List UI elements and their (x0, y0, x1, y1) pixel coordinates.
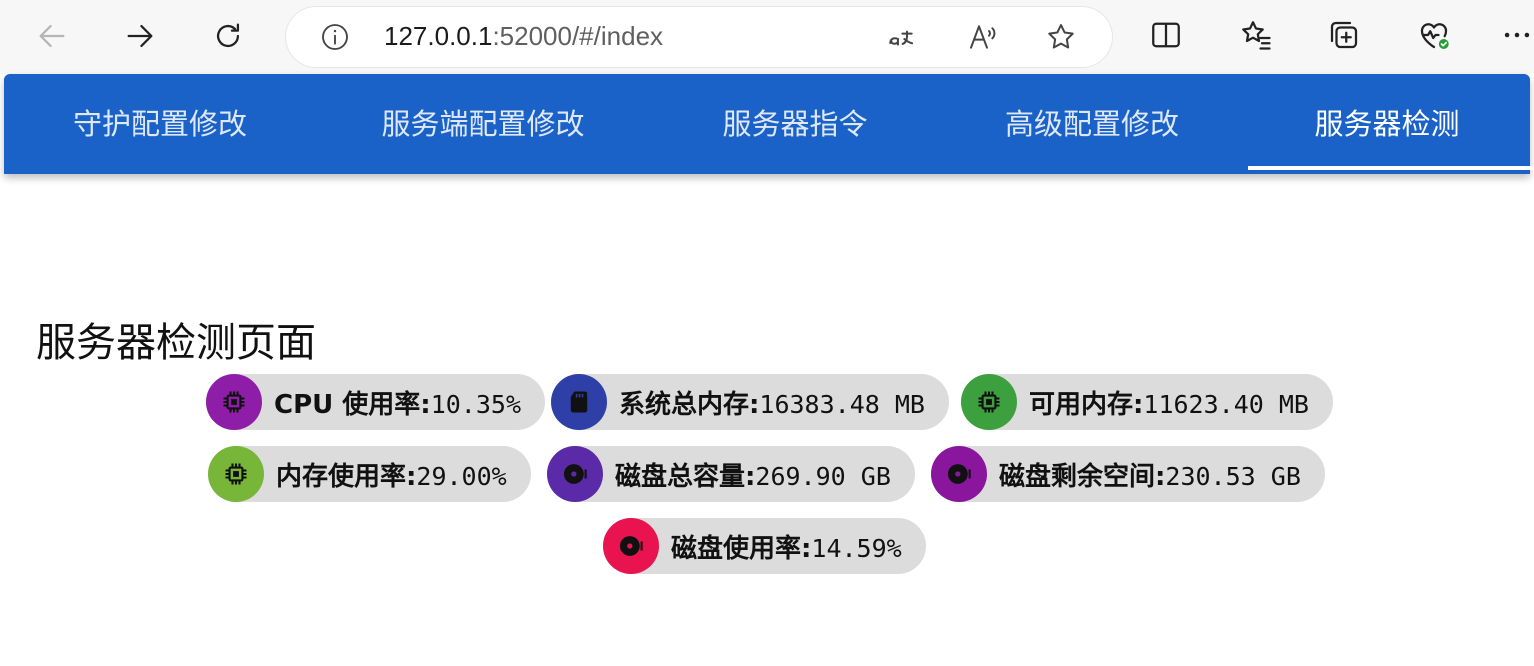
tab-label: 服务端配置修改 (381, 107, 585, 141)
read-aloud-button[interactable] (966, 20, 1000, 54)
stat-value: 10.35% (430, 389, 522, 419)
disk-icon-avatar (931, 446, 987, 502)
collections-button[interactable] (1322, 13, 1366, 57)
collections-icon (1330, 21, 1358, 49)
split-screen-button[interactable] (1144, 13, 1188, 57)
more-menu-button[interactable] (1500, 13, 1534, 57)
stat-label: 磁盘总容量: (615, 461, 756, 492)
stat-value: 230.53 GB (1165, 461, 1301, 491)
heart-health-icon (1420, 23, 1449, 49)
star-icon (1048, 24, 1074, 49)
immersive-reader-button[interactable] (884, 20, 918, 54)
cpu-icon (223, 391, 245, 413)
favorite-button[interactable] (1044, 20, 1078, 54)
stat-label: CPU 使用率: (274, 389, 431, 420)
stat-chip-memory-usage: 内存使用率:29.00% (208, 446, 531, 502)
site-info-button[interactable] (318, 20, 352, 54)
refresh-icon (216, 23, 240, 48)
url-text[interactable]: 127.0.0.1:52000/#/index (384, 21, 663, 52)
tab-label: 服务器指令 (722, 107, 868, 141)
back-button[interactable] (28, 12, 76, 60)
stat-value: 11623.40 MB (1143, 389, 1309, 419)
stat-label: 磁盘剩余空间: (999, 461, 1166, 492)
tab-label: 高级配置修改 (1004, 107, 1179, 141)
stat-chip-total-memory: 系统总内存:16383.48 MB (551, 374, 949, 430)
url-path: :52000/#/index (492, 21, 664, 51)
favorites-list-icon (1242, 21, 1271, 50)
browser-essentials-button[interactable] (1412, 13, 1456, 57)
tab-label: 服务器检测 (1314, 107, 1460, 141)
cpu-icon-avatar (961, 374, 1017, 430)
browser-toolbar: 127.0.0.1:52000/#/index (0, 0, 1534, 74)
disk-icon (563, 464, 587, 484)
cpu-icon (225, 463, 247, 485)
cpu-icon (978, 391, 1000, 413)
stat-chip-disk-free: 磁盘剩余空间:230.53 GB (931, 446, 1325, 502)
page-title: 服务器检测页面 (36, 320, 316, 366)
stat-label: 可用内存: (1029, 389, 1144, 420)
stat-value: 16383.48 MB (759, 389, 925, 419)
stat-chip-disk-usage: 磁盘使用率:14.59% (603, 518, 926, 574)
read-aloud-icon (970, 25, 996, 49)
split-screen-icon (1152, 22, 1180, 48)
info-icon (322, 24, 348, 50)
forward-button[interactable] (116, 12, 164, 60)
address-bar[interactable]: 127.0.0.1:52000/#/index (286, 7, 1112, 67)
cpu-icon-avatar (206, 374, 262, 430)
url-host: 127.0.0.1 (384, 21, 493, 51)
app-nav-bar: 守护配置修改 服务端配置修改 服务器指令 高级配置修改 服务器检测 (4, 74, 1534, 174)
memory-card-icon (570, 391, 588, 413)
stat-chip-cpu-usage: CPU 使用率:10.35% (206, 374, 546, 430)
tab-advanced-config[interactable]: 高级配置修改 (950, 74, 1234, 170)
disk-icon-avatar (603, 518, 659, 574)
refresh-button[interactable] (204, 12, 252, 60)
tab-server-commands[interactable]: 服务器指令 (640, 74, 950, 170)
active-tab-indicator (1248, 166, 1534, 170)
stat-label: 系统总内存: (619, 389, 760, 420)
disk-icon (619, 536, 643, 556)
stat-label: 磁盘使用率: (671, 533, 812, 564)
tab-server-config[interactable]: 服务端配置修改 (326, 74, 640, 170)
disk-icon-avatar (547, 446, 603, 502)
immersive-reader-icon (889, 30, 914, 46)
stat-value: 14.59% (811, 533, 902, 563)
stat-label: 内存使用率: (276, 461, 417, 492)
cpu-icon-avatar (208, 446, 264, 502)
stat-value: 269.90 GB (755, 461, 891, 491)
favorites-button[interactable] (1234, 13, 1278, 57)
memory-card-icon-avatar (551, 374, 607, 430)
arrow-right-icon (127, 24, 153, 48)
arrow-left-icon (39, 24, 65, 48)
stat-chip-available-memory: 可用内存:11623.40 MB (961, 374, 1333, 430)
tab-label: 守护配置修改 (72, 107, 247, 141)
disk-icon (947, 464, 971, 484)
stat-chip-disk-total: 磁盘总容量:269.90 GB (547, 446, 915, 502)
tab-guard-config[interactable]: 守护配置修改 (4, 74, 316, 170)
stat-value: 29.00% (416, 461, 507, 491)
more-dots-icon (1504, 32, 1530, 38)
tab-server-monitor[interactable]: 服务器检测 (1244, 74, 1530, 170)
